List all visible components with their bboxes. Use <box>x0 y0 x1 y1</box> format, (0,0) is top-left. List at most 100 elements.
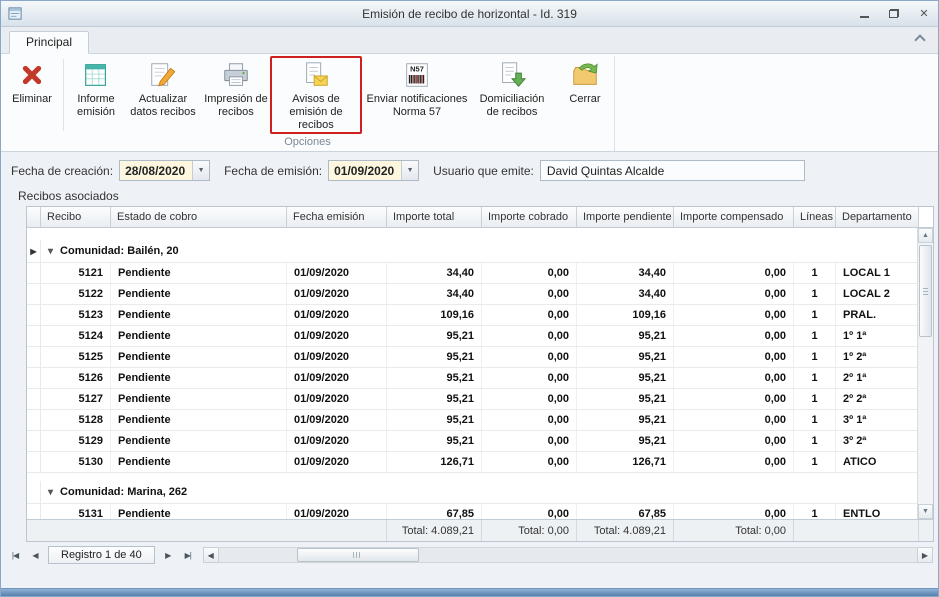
grid-cell: 109,16 <box>577 305 674 325</box>
scroll-up-icon[interactable]: ▲ <box>918 228 933 243</box>
table-row[interactable]: 5124Pendiente01/09/202095,210,0095,210,0… <box>27 326 933 347</box>
previous-record-button[interactable]: ◀ <box>26 547 44 563</box>
domiciliacion-de-recibos-button[interactable]: Domiciliación de recibos <box>472 56 552 134</box>
grid-cell: 95,21 <box>387 431 482 451</box>
tab-strip: Principal <box>1 27 938 54</box>
actualizar-datos-recibos-button[interactable]: Actualizar datos recibos <box>124 56 202 134</box>
scroll-left-icon[interactable]: ◀ <box>203 547 219 563</box>
vertical-scrollbar[interactable]: ▲ ▼ <box>917 228 933 519</box>
column-header-fecha-emisión[interactable]: Fecha emisión <box>287 207 387 227</box>
table-row[interactable]: 5129Pendiente01/09/202095,210,0095,210,0… <box>27 431 933 452</box>
grid-cell: 1º 1ª <box>836 326 919 346</box>
footer-blank-cell <box>794 520 919 541</box>
table-row[interactable]: 5128Pendiente01/09/202095,210,0095,210,0… <box>27 410 933 431</box>
ribbon-button-label: Avisos de emisión de recibos <box>272 93 360 132</box>
window-title: Emisión de recibo de horizontal - Id. 31… <box>1 7 938 21</box>
download-document-icon <box>496 59 528 91</box>
horizontal-scrollbar-thumb[interactable] <box>297 548 419 562</box>
grid-cell: PRAL. <box>836 305 919 325</box>
group-row[interactable]: ▾Comunidad: Marina, 262 <box>27 481 933 504</box>
grid-cell: 3º 2ª <box>836 431 919 451</box>
group-spacer <box>27 473 933 481</box>
collapse-ribbon-chevron-icon[interactable] <box>914 34 925 45</box>
grid-cell: 0,00 <box>674 368 794 388</box>
enviar-notificaciones-norma-57-button[interactable]: N57Enviar notificaciones Norma 57 <box>362 56 472 134</box>
tab-principal[interactable]: Principal <box>9 31 89 54</box>
horizontal-scrollbar-track[interactable] <box>219 547 917 563</box>
fecha-creacion-field[interactable]: 28/08/2020 ▼ <box>119 160 210 181</box>
grid-cell: 01/09/2020 <box>287 305 387 325</box>
close-button[interactable]: ✕ <box>917 7 931 21</box>
grid-cell: 01/09/2020 <box>287 504 387 519</box>
header-form: Fecha de creación: 28/08/2020 ▼ Fecha de… <box>4 158 935 189</box>
vertical-scrollbar-track[interactable] <box>918 243 933 504</box>
column-header-estado-de-cobro[interactable]: Estado de cobro <box>111 207 287 227</box>
last-record-button[interactable]: ▶| <box>179 547 197 563</box>
application-window: Emisión de recibo de horizontal - Id. 31… <box>0 0 939 597</box>
impresion-de-recibos-button[interactable]: Impresión de recibos <box>202 56 270 134</box>
grid-cell: Pendiente <box>111 305 287 325</box>
column-header-departamento[interactable]: Departamento <box>836 207 919 227</box>
group-row[interactable]: ▶ ▾ Comunidad: Bailén, 20 <box>27 240 933 263</box>
fecha-emision-dropdown-button[interactable]: ▼ <box>401 161 418 180</box>
next-record-button[interactable]: ▶ <box>159 547 177 563</box>
informe-emision-button[interactable]: Informe emisión <box>68 56 124 134</box>
grid-cell: 34,40 <box>387 284 482 304</box>
first-record-button[interactable]: |◀ <box>6 547 24 563</box>
grid-cell: Pendiente <box>111 263 287 283</box>
grid-cell: 0,00 <box>674 263 794 283</box>
table-row[interactable]: 5121Pendiente01/09/202034,400,0034,400,0… <box>27 263 933 284</box>
grid-cell: 0,00 <box>674 326 794 346</box>
scroll-right-icon[interactable]: ▶ <box>917 547 933 563</box>
grid-cell: 0,00 <box>482 284 577 304</box>
column-header-recibo[interactable]: Recibo <box>41 207 111 227</box>
grid-cell: 0,00 <box>482 410 577 430</box>
ribbon-button-label: Eliminar <box>12 93 52 106</box>
grid-cell: 67,85 <box>387 504 482 519</box>
grid-cell: 01/09/2020 <box>287 431 387 451</box>
grid-cell: 01/09/2020 <box>287 389 387 409</box>
eliminar-button[interactable]: Eliminar <box>5 56 59 134</box>
column-header-importe-compensado[interactable]: Importe compensado <box>674 207 794 227</box>
column-header-importe-pendiente[interactable]: Importe pendiente <box>577 207 674 227</box>
fecha-creacion-dropdown-button[interactable]: ▼ <box>192 161 209 180</box>
grid-cell: 0,00 <box>674 431 794 451</box>
grid-cell: 34,40 <box>577 284 674 304</box>
table-row[interactable]: 5126Pendiente01/09/202095,210,0095,210,0… <box>27 368 933 389</box>
current-row-indicator: ▶ <box>27 240 41 262</box>
table-row[interactable]: 5122Pendiente01/09/202034,400,0034,400,0… <box>27 284 933 305</box>
table-row[interactable]: 5123Pendiente01/09/2020109,160,00109,160… <box>27 305 933 326</box>
fecha-emision-value[interactable]: 01/09/2020 <box>329 161 401 180</box>
notice-document-icon <box>300 59 332 91</box>
norma57-barcode-icon: N57 <box>401 59 433 91</box>
table-row[interactable]: 5127Pendiente01/09/202095,210,0095,210,0… <box>27 389 933 410</box>
fecha-emision-field[interactable]: 01/09/2020 ▼ <box>328 160 419 181</box>
restore-button[interactable] <box>887 7 901 21</box>
ribbon-button-label: Informe emisión <box>70 93 122 119</box>
collapse-chevron-icon[interactable]: ▾ <box>48 246 53 257</box>
bottom-filler <box>4 565 935 588</box>
horizontal-scrollbar[interactable]: ◀ ▶ <box>203 547 933 563</box>
record-navigator: |◀ ◀ Registro 1 de 40 ▶ ▶| ◀ ▶ <box>4 545 935 565</box>
column-header-importe-cobrado[interactable]: Importe cobrado <box>482 207 577 227</box>
avisos-de-emision-de-recibos-button[interactable]: Avisos de emisión de recibos <box>270 56 362 134</box>
cerrar-button[interactable]: Cerrar <box>560 56 610 134</box>
column-header-importe-total[interactable]: Importe total <box>387 207 482 227</box>
grid-cell: ATICO <box>836 452 919 472</box>
fecha-creacion-value[interactable]: 28/08/2020 <box>120 161 192 180</box>
title-bar[interactable]: Emisión de recibo de horizontal - Id. 31… <box>1 1 938 27</box>
grid-cell: 126,71 <box>387 452 482 472</box>
scroll-down-icon[interactable]: ▼ <box>918 504 933 519</box>
table-row[interactable]: 5125Pendiente01/09/202095,210,0095,210,0… <box>27 347 933 368</box>
exit-folder-icon <box>569 59 601 91</box>
collapse-chevron-icon[interactable]: ▾ <box>48 487 53 498</box>
minimize-button[interactable] <box>857 7 871 21</box>
usuario-field[interactable]: David Quintas Alcalde <box>540 160 805 181</box>
column-header-líneas[interactable]: Líneas <box>794 207 836 227</box>
table-row[interactable]: 5131Pendiente01/09/202067,850,0067,850,0… <box>27 504 933 519</box>
table-row[interactable]: 5130Pendiente01/09/2020126,710,00126,710… <box>27 452 933 473</box>
group-label-text: Comunidad: Bailén, 20 <box>60 245 179 257</box>
row-indicator <box>27 389 41 409</box>
vertical-scrollbar-thumb[interactable] <box>919 245 932 337</box>
grid-cell: 95,21 <box>577 347 674 367</box>
